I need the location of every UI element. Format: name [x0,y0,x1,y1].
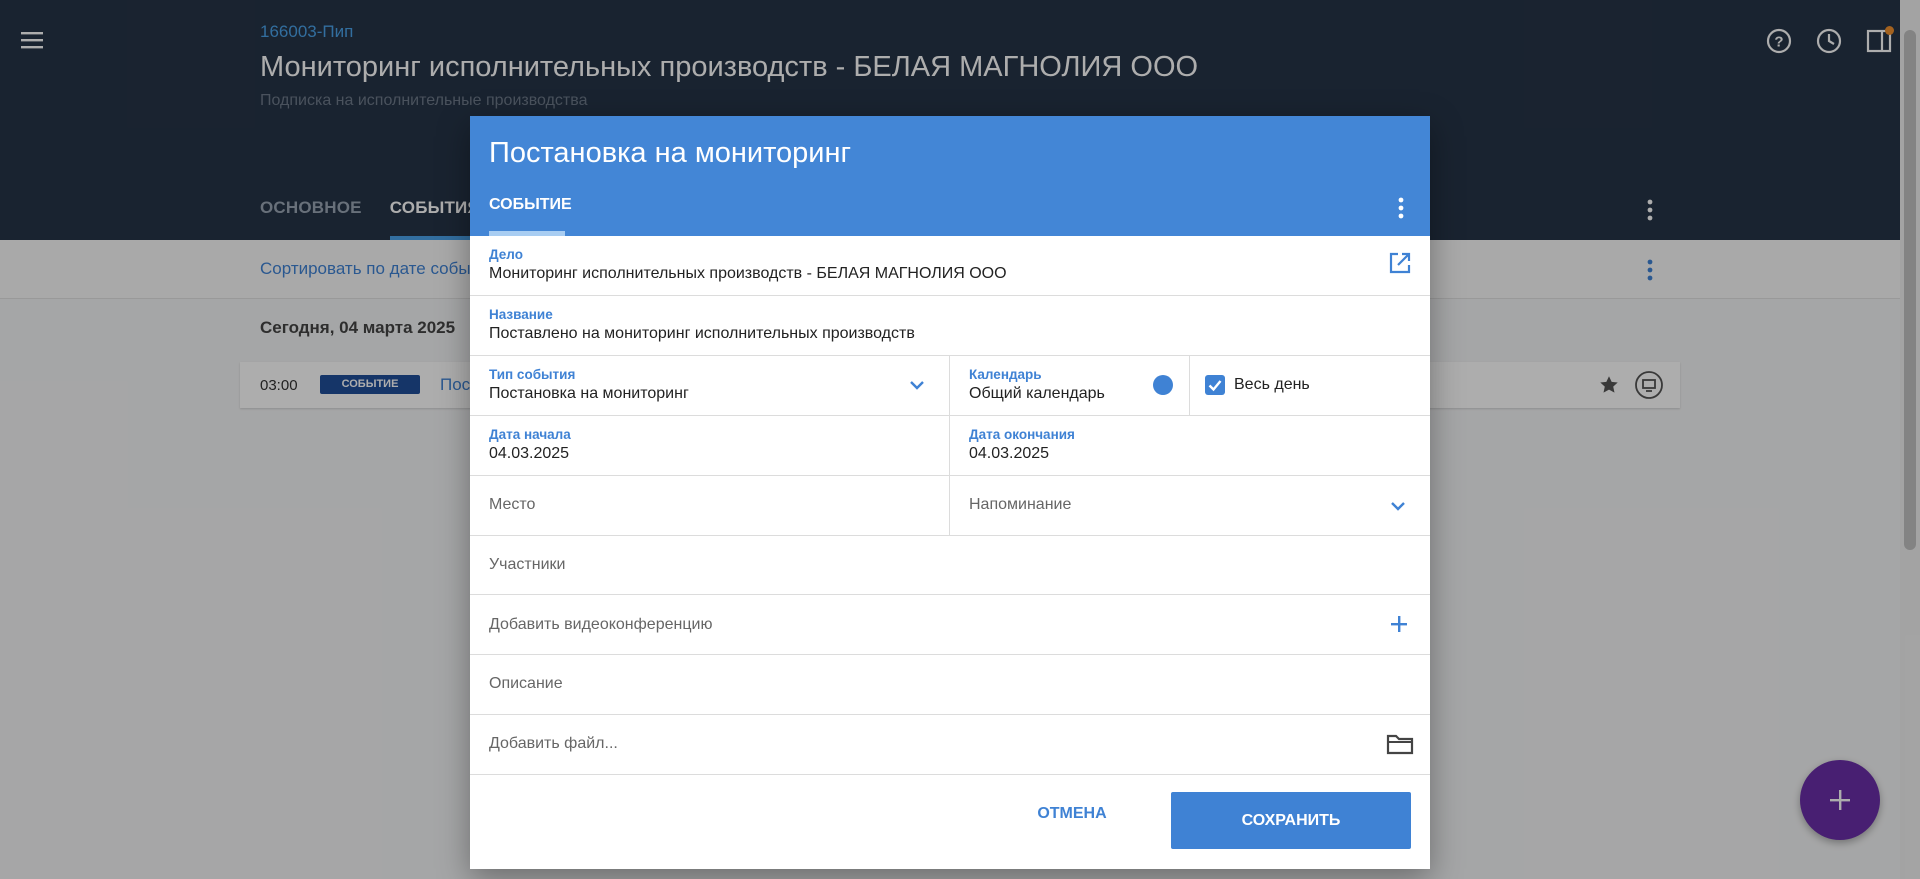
all-day-label[interactable]: Весь день [1234,376,1310,394]
case-field[interactable]: Дело Мониторинг исполнительных производс… [470,236,1430,296]
calendar-value: Общий календарь [969,385,1105,402]
all-day-field[interactable]: Весь день [1190,356,1430,415]
event-type-label: Тип события [489,367,576,382]
chevron-down-icon[interactable] [1387,495,1409,517]
start-date-label: Дата начала [489,427,571,442]
check-icon [1208,380,1222,392]
end-date-label: Дата окончания [969,427,1075,442]
case-field-label: Дело [489,247,523,262]
dialog-header: Постановка на мониторинг СОБЫТИЕ [470,116,1430,236]
calendar-label: Календарь [969,367,1042,382]
event-dialog: Постановка на мониторинг СОБЫТИЕ Дело Мо… [470,116,1430,869]
participants-placeholder: Участники [489,556,566,573]
dialog-more-vert-icon[interactable] [1389,194,1413,222]
end-date-field[interactable]: Дата окончания 04.03.2025 [950,416,1430,475]
calendar-color-dot[interactable] [1153,375,1173,395]
start-date-field[interactable]: Дата начала 04.03.2025 [470,416,950,475]
place-input[interactable]: Место [470,476,950,535]
event-type-value: Постановка на мониторинг [489,385,689,402]
participants-input[interactable]: Участники [470,536,1430,595]
event-type-select[interactable]: Тип события Постановка на мониторинг [470,356,950,415]
name-field-label: Название [489,307,553,322]
cancel-button[interactable]: ОТМЕНА [1024,792,1120,836]
type-calendar-row: Тип события Постановка на мониторинг Кал… [470,356,1430,416]
plus-icon[interactable] [1388,613,1410,635]
save-button[interactable]: СОХРАНИТЬ [1171,792,1411,849]
name-field-value: Поставлено на мониторинг исполнительных … [489,325,915,342]
start-date-value: 04.03.2025 [489,445,570,462]
reminder-select[interactable]: Напоминание [950,476,1430,535]
description-placeholder: Описание [489,675,563,692]
chevron-down-icon[interactable] [906,374,928,396]
dialog-title: Постановка на мониторинг [489,137,852,169]
video-conference-field[interactable]: Добавить видеоконференцию [470,595,1430,655]
all-day-checkbox[interactable] [1205,375,1225,395]
case-field-value: Мониторинг исполнительных производств - … [489,265,1007,282]
description-input[interactable]: Описание [470,655,1430,715]
add-file-placeholder: Добавить файл... [489,735,618,752]
calendar-field[interactable]: Календарь Общий календарь [950,356,1190,415]
reminder-placeholder: Напоминание [969,496,1072,513]
open-external-icon[interactable] [1387,250,1413,276]
name-field[interactable]: Название Поставлено на мониторинг исполн… [470,296,1430,356]
dates-row: Дата начала 04.03.2025 Дата окончания 04… [470,416,1430,476]
folder-icon[interactable] [1386,732,1414,756]
place-reminder-row: Место Напоминание [470,476,1430,536]
add-file-field[interactable]: Добавить файл... [470,715,1430,775]
dialog-tab-event[interactable]: СОБЫТИЕ [489,196,572,236]
place-placeholder: Место [489,496,536,513]
video-conference-placeholder: Добавить видеоконференцию [489,616,713,633]
end-date-value: 04.03.2025 [969,445,1050,462]
